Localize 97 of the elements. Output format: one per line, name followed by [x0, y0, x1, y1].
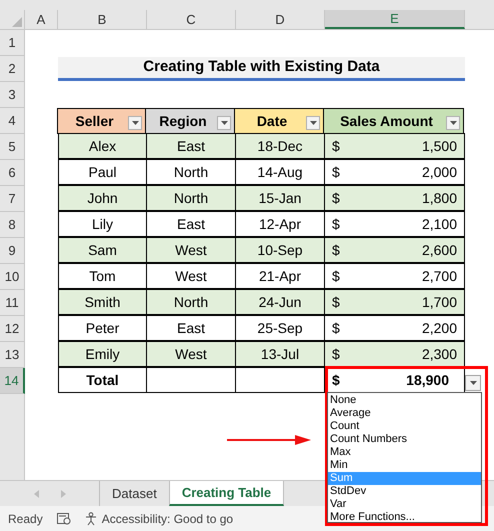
table-cell: North: [146, 185, 236, 211]
table-cell: Lily: [58, 211, 147, 237]
menu-item[interactable]: Var: [328, 498, 481, 511]
menu-item[interactable]: Average: [328, 407, 481, 420]
row-number[interactable]: 11: [0, 290, 25, 316]
currency-symbol: $: [332, 162, 340, 182]
table-cell: Alex: [58, 133, 147, 159]
table-cell: 25-Sep: [235, 315, 325, 341]
table-cell: West: [146, 341, 236, 367]
sheet-title: Creating Table with Existing Data: [58, 57, 465, 81]
table-cell: 12-Apr: [235, 211, 325, 237]
currency-symbol: $: [332, 344, 340, 364]
currency-symbol: $: [332, 266, 340, 286]
table-cell-text: 2,600: [422, 240, 457, 260]
caret-icon: [220, 121, 228, 125]
row-number[interactable]: 7: [0, 186, 25, 212]
currency-symbol: $: [332, 318, 340, 338]
currency-symbol: $: [332, 188, 340, 208]
table-cell: Paul: [58, 159, 147, 185]
status-text: Ready: [8, 510, 43, 528]
column-header: Seller: [57, 108, 146, 134]
filter-button[interactable]: [446, 116, 460, 130]
menu-item[interactable]: More Functions...: [328, 511, 481, 524]
caret-icon: [310, 121, 316, 125]
row-number[interactable]: 9: [0, 238, 25, 264]
sheet-tab[interactable]: Dataset: [100, 481, 169, 506]
column-letter[interactable]: B: [58, 10, 147, 29]
table-cell: East: [146, 315, 236, 341]
menu-item[interactable]: Count: [328, 420, 481, 433]
table-cell: Sam: [58, 237, 147, 263]
currency-symbol: $: [332, 214, 340, 234]
row-number[interactable]: 6: [0, 160, 25, 186]
table-cell-text: 1,700: [422, 292, 457, 312]
currency-symbol: $: [332, 370, 340, 390]
column-header: Region: [145, 108, 235, 134]
menu-item[interactable]: Min: [328, 459, 481, 472]
table-cell: Smith: [58, 289, 147, 315]
total-value: 18,900: [406, 370, 449, 390]
table-cell: 21-Apr: [235, 263, 325, 289]
table-cell: West: [146, 263, 236, 289]
row-number[interactable]: 5: [0, 134, 25, 160]
row-number[interactable]: 10: [0, 264, 25, 290]
table-cell: 24-Jun: [235, 289, 325, 315]
table-cell: West: [146, 237, 236, 263]
total-label: Total: [58, 367, 147, 393]
row-number[interactable]: 2: [0, 56, 25, 82]
row-number[interactable]: 14: [0, 368, 25, 394]
sheet-tab[interactable]: Creating Table: [168, 481, 284, 506]
row-number[interactable]: 4: [0, 108, 25, 134]
filter-button[interactable]: [128, 116, 142, 130]
table-cell-text: 2,700: [422, 266, 457, 286]
table-cell: North: [146, 289, 236, 315]
table-cell-text: 2,200: [422, 318, 457, 338]
column-letter[interactable]: E: [325, 10, 465, 29]
row-number[interactable]: 3: [0, 82, 25, 108]
table-cell: 13-Jul: [235, 341, 325, 367]
table-cell: 18-Dec: [235, 133, 325, 159]
menu-item[interactable]: StdDev: [328, 485, 481, 498]
row-number[interactable]: 12: [0, 316, 25, 342]
row-number[interactable]: 13: [0, 342, 25, 368]
table-cell: 15-Jan: [235, 185, 325, 211]
table-cell-text: 1,500: [422, 136, 457, 156]
table-cell: John: [58, 185, 147, 211]
column-header: Sales Amount: [323, 108, 464, 134]
table-cell: Emily: [58, 341, 147, 367]
table-cell: Tom: [58, 263, 147, 289]
menu-item[interactable]: Max: [328, 446, 481, 459]
table-cell: North: [146, 159, 236, 185]
filter-button[interactable]: [217, 116, 231, 130]
dropdown-button[interactable]: [465, 375, 481, 391]
filter-button[interactable]: [306, 116, 320, 130]
macro-record-icon[interactable]: [56, 512, 71, 524]
accessibility-status[interactable]: Accessibility: Good to go: [102, 510, 234, 528]
table-cell: Peter: [58, 315, 147, 341]
menu-item[interactable]: None: [328, 394, 481, 407]
menu-item[interactable]: Count Numbers: [328, 433, 481, 446]
column-header: Date: [234, 108, 324, 134]
currency-symbol: $: [332, 292, 340, 312]
row-number[interactable]: 8: [0, 212, 25, 238]
column-letter[interactable]: C: [147, 10, 236, 29]
caret-icon: [450, 121, 456, 125]
table-cell-text: 1,800: [422, 188, 457, 208]
currency-symbol: $: [332, 240, 340, 260]
table-cell: 10-Sep: [235, 237, 325, 263]
column-letter[interactable]: A: [25, 10, 58, 29]
row-number[interactable]: 1: [0, 30, 25, 56]
table-cell: East: [146, 133, 236, 159]
accessibility-icon[interactable]: [84, 512, 99, 526]
arrow-icon: [227, 434, 311, 446]
caret-icon: [470, 381, 476, 385]
caret-icon: [132, 121, 138, 125]
table-cell: 14-Aug: [235, 159, 325, 185]
table-cell-text: 2,100: [422, 214, 457, 234]
table-cell: East: [146, 211, 236, 237]
table-cell-text: 2,000: [422, 162, 457, 182]
currency-symbol: $: [332, 136, 340, 156]
table-cell-text: 2,300: [422, 344, 457, 364]
